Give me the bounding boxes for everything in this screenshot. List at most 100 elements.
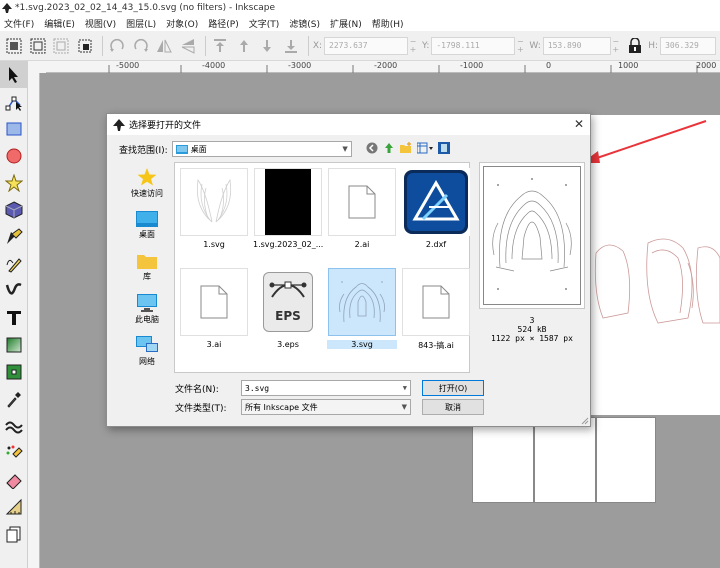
- back-button[interactable]: [365, 141, 379, 155]
- eraser-tool[interactable]: [0, 466, 28, 493]
- shoe-drawings: [594, 238, 720, 324]
- file-name: 3.ai: [206, 340, 222, 349]
- open-button[interactable]: 打开(O): [422, 380, 484, 396]
- width-input[interactable]: 153.890: [542, 36, 611, 55]
- close-icon[interactable]: ✕: [574, 117, 584, 131]
- star-tool[interactable]: [0, 169, 28, 196]
- flip-horizontal-button[interactable]: [154, 35, 175, 57]
- look-in-combo[interactable]: 桌面 ▼: [171, 141, 352, 157]
- menu-extensions[interactable]: 扩展(N): [330, 17, 362, 30]
- new-folder-icon: [400, 142, 411, 153]
- new-folder-button[interactable]: [399, 141, 413, 155]
- chevron-down-icon[interactable]: ▼: [403, 384, 407, 392]
- y-input[interactable]: -1798.111: [431, 36, 516, 55]
- folder-icon: [137, 254, 157, 269]
- file-item-1-svg[interactable]: 1.svg: [179, 167, 249, 263]
- rotate-ccw-button[interactable]: [107, 35, 128, 57]
- raise-button[interactable]: [233, 35, 254, 57]
- file-thumbnail: EPS: [254, 268, 322, 336]
- file-item-2-dxf[interactable]: 2.dxf: [401, 167, 471, 263]
- file-item-3-eps[interactable]: EPS 3.eps: [253, 267, 323, 363]
- selector-tool[interactable]: [0, 61, 28, 88]
- place-libraries[interactable]: 库: [119, 246, 175, 288]
- file-item-1-svg-backup[interactable]: 1.svg.2023_02_...: [253, 167, 323, 263]
- tweak-tool[interactable]: [0, 412, 28, 439]
- preview-toggle-icon: [438, 142, 450, 154]
- menu-edit[interactable]: 编辑(E): [44, 17, 75, 30]
- menu-filters[interactable]: 滤镜(S): [289, 17, 320, 30]
- ellipse-tool[interactable]: [0, 142, 28, 169]
- rectangle-tool[interactable]: [0, 115, 28, 142]
- view-menu-button[interactable]: [416, 141, 434, 155]
- gradient-icon: [6, 337, 22, 352]
- measure-tool[interactable]: [0, 493, 28, 520]
- place-desktop[interactable]: 桌面: [119, 204, 175, 246]
- spray-tool[interactable]: [0, 439, 28, 466]
- pages-tool[interactable]: [0, 520, 28, 547]
- menu-text[interactable]: 文字(T): [249, 17, 280, 30]
- file-thumbnail: [328, 268, 396, 336]
- dropper-tool[interactable]: [0, 385, 28, 412]
- eps-badge: EPS: [275, 309, 301, 323]
- vertical-ruler[interactable]: [28, 73, 40, 568]
- menu-help[interactable]: 帮助(H): [372, 17, 404, 30]
- y-stepper[interactable]: − +: [515, 37, 525, 55]
- raise-to-top-button[interactable]: [210, 35, 231, 57]
- cancel-button[interactable]: 取消: [422, 399, 484, 415]
- calligraphy-tool[interactable]: [0, 277, 28, 304]
- place-network[interactable]: 网络: [119, 330, 175, 372]
- mesh-tool[interactable]: [0, 358, 28, 385]
- page-tile[interactable]: [596, 417, 656, 503]
- document-icon: [348, 185, 376, 219]
- select-all-layers-button[interactable]: [28, 35, 49, 57]
- place-quick-access[interactable]: 快速访问: [119, 162, 175, 204]
- horizontal-ruler[interactable]: -5000 -4000 -3000 -2000 -1000 0 1000 200…: [46, 61, 720, 73]
- resize-grip-icon[interactable]: [581, 417, 589, 425]
- height-input[interactable]: 306.329: [660, 36, 717, 55]
- filetype-select[interactable]: 所有 Inkscape 文件 ▼: [241, 399, 411, 415]
- preview-toggle-button[interactable]: [437, 141, 451, 155]
- file-list[interactable]: 1.svg 1.svg.2023_02_... 2.ai 2.dxf 3.ai …: [174, 162, 470, 373]
- node-tool[interactable]: [0, 88, 28, 115]
- touch-select-button[interactable]: [75, 35, 96, 57]
- filename-input[interactable]: 3.svg ▼: [241, 380, 411, 396]
- desktop-folder-icon: [175, 145, 188, 154]
- file-name: 3.eps: [277, 340, 299, 349]
- ruler-label: -3000: [288, 61, 312, 70]
- flip-vertical-button[interactable]: [177, 35, 198, 57]
- star-icon: [137, 167, 157, 185]
- preview-file-dimensions: 1122 px × 1587 px: [491, 334, 573, 343]
- rotate-cw-button[interactable]: [130, 35, 151, 57]
- lock-ratio-button[interactable]: [625, 35, 646, 57]
- file-item-843-ai[interactable]: 843-搞.ai: [401, 267, 471, 363]
- pencil-tool[interactable]: [0, 250, 28, 277]
- gradient-tool[interactable]: [0, 331, 28, 358]
- 3d-box-tool[interactable]: [0, 196, 28, 223]
- menu-file[interactable]: 文件(F): [4, 17, 34, 30]
- page-tile[interactable]: [534, 417, 596, 503]
- document-icon: [422, 285, 450, 319]
- black-page-thumbnail: [265, 169, 311, 235]
- x-stepper[interactable]: − +: [408, 37, 418, 55]
- text-tool[interactable]: [0, 304, 28, 331]
- file-item-3-ai[interactable]: 3.ai: [179, 267, 249, 363]
- lower-to-bottom-button[interactable]: [280, 35, 301, 57]
- menu-view[interactable]: 视图(V): [85, 17, 116, 30]
- pen-tool[interactable]: [0, 223, 28, 250]
- raise-icon: [239, 39, 248, 52]
- tool-controls-bar: X: 2273.637 − + Y: -1798.111 − + W: 153.89…: [0, 31, 720, 61]
- menu-layer[interactable]: 图层(L): [126, 17, 156, 30]
- file-item-2-ai[interactable]: 2.ai: [327, 167, 397, 263]
- lower-button[interactable]: [257, 35, 278, 57]
- up-folder-button[interactable]: [382, 141, 396, 155]
- menu-path[interactable]: 路径(P): [208, 17, 238, 30]
- file-item-3-svg[interactable]: 3.svg: [327, 267, 397, 363]
- menu-object[interactable]: 对象(O): [166, 17, 198, 30]
- deselect-button[interactable]: [51, 35, 72, 57]
- select-all-button[interactable]: [4, 35, 25, 57]
- page-tile[interactable]: [472, 417, 534, 503]
- place-this-pc[interactable]: 此电脑: [119, 288, 175, 330]
- chevron-down-icon[interactable]: ▼: [402, 403, 407, 411]
- width-stepper[interactable]: − +: [611, 37, 621, 55]
- x-input[interactable]: 2273.637: [324, 36, 409, 55]
